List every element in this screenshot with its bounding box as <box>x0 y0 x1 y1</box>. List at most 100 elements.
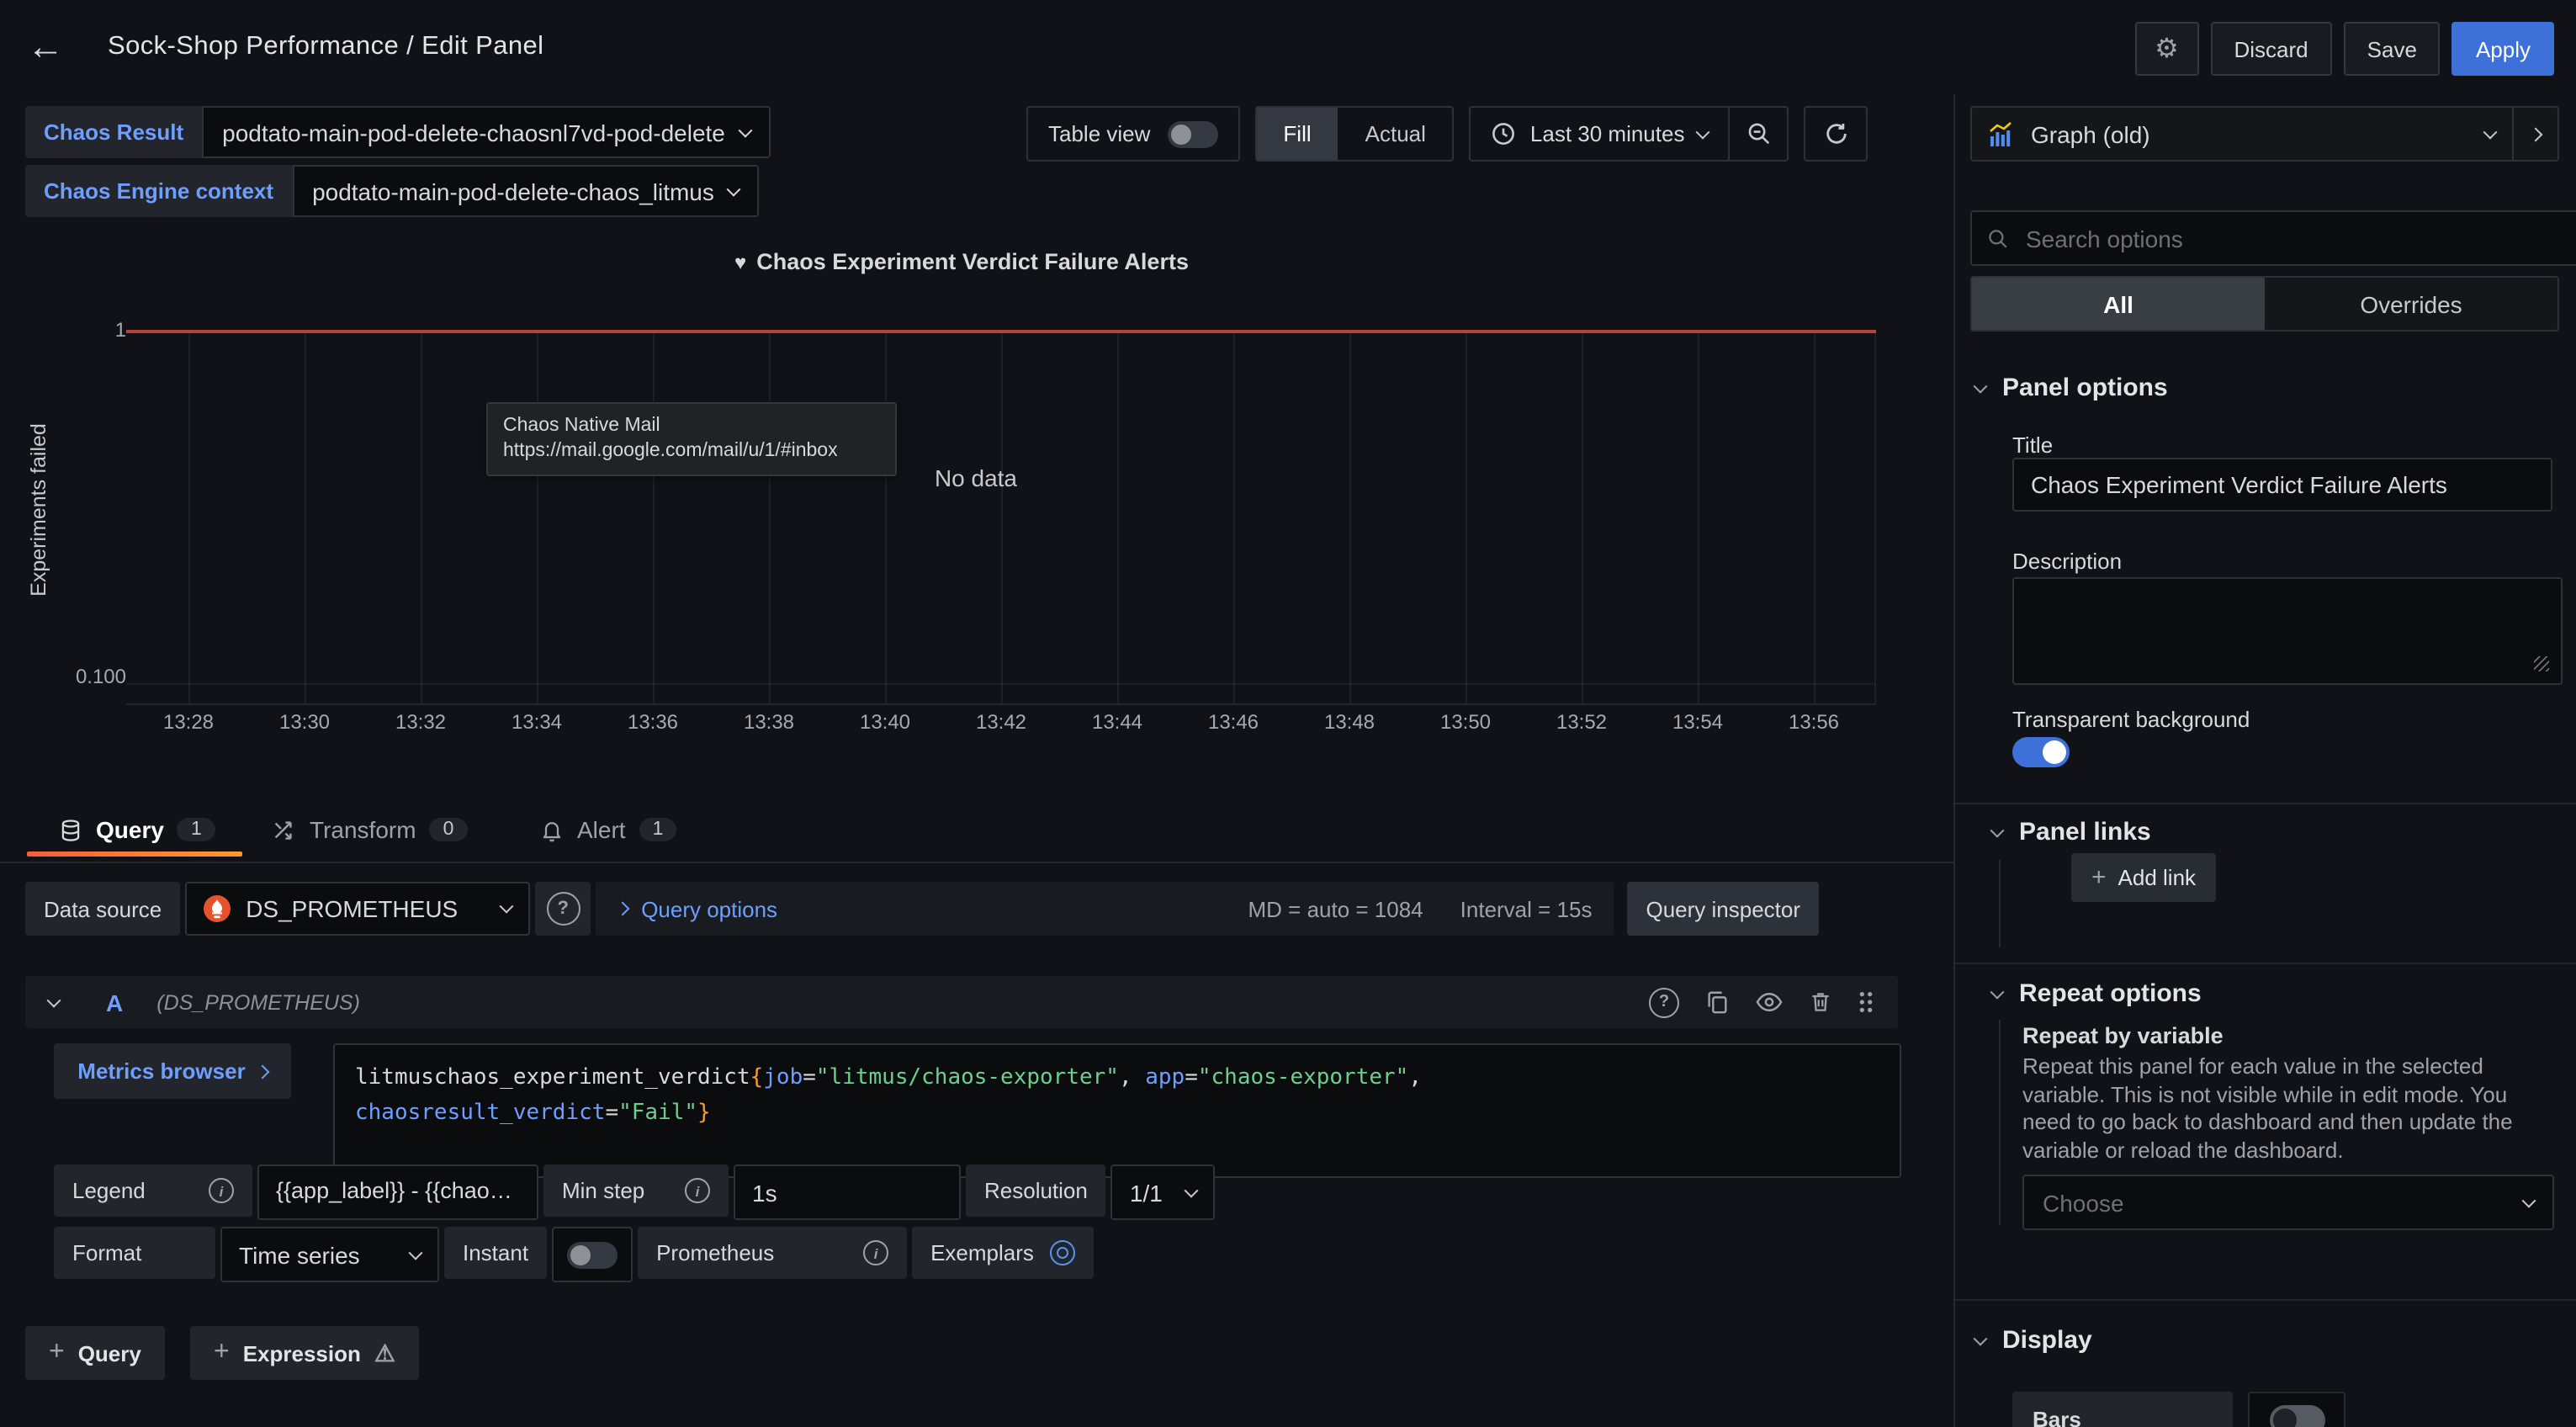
tab-query[interactable]: Query 1 <box>59 803 215 857</box>
section-panel-links[interactable]: Panel links <box>1992 818 2151 846</box>
tab-label: Alert <box>577 816 626 843</box>
panel-header[interactable]: ♥Chaos Experiment Verdict Failure Alerts <box>25 249 1898 274</box>
graph-viz-icon <box>1989 120 2016 147</box>
drag-handle-icon[interactable] <box>1858 989 1874 1015</box>
x-tick-label: 13:28 <box>151 710 225 734</box>
tab-alert[interactable]: Alert 1 <box>540 803 676 857</box>
query-inspector-button[interactable]: Query inspector <box>1627 882 1819 936</box>
code-line: litmuschaos_experiment_verdict{job="litm… <box>355 1060 1879 1095</box>
options-search-input[interactable] <box>2022 223 2573 253</box>
delete-icon[interactable] <box>1809 989 1832 1015</box>
panel-title-text: Chaos Experiment Verdict Failure Alerts <box>756 249 1189 274</box>
section-display[interactable]: Display <box>1975 1326 2092 1355</box>
x-tick-label: 13:30 <box>268 710 342 734</box>
y-tick-1: 1 <box>25 318 126 342</box>
gridline <box>885 332 887 703</box>
chevron-down-icon <box>1974 379 1988 393</box>
time-range-picker[interactable]: Last 30 minutes <box>1471 108 1729 160</box>
visualization-name: Graph (old) <box>2031 120 2470 147</box>
actual-option[interactable]: Actual <box>1338 108 1453 160</box>
exemplars-icon[interactable] <box>1051 1240 1076 1265</box>
promql-code[interactable]: litmuschaos_experiment_verdict{job="litm… <box>333 1043 1901 1178</box>
repeat-by-variable-label: Repeat by variable <box>2022 1023 2224 1048</box>
table-view-toggle[interactable] <box>1167 120 1217 147</box>
search-icon <box>1987 226 2009 250</box>
repeat-variable-select[interactable]: Choose <box>2022 1175 2554 1230</box>
plot-area[interactable] <box>126 320 1876 705</box>
resolution-value: 1/1 <box>1130 1179 1163 1206</box>
gridline <box>1349 332 1351 703</box>
toggle-viz-picker-button[interactable] <box>2512 108 2557 160</box>
discard-button[interactable]: Discard <box>2211 22 2332 76</box>
bars-toggle[interactable] <box>2269 1405 2324 1427</box>
variable-chaos-result: Chaos Result podtato-main-pod-delete-cha… <box>25 106 771 158</box>
datasource-picker[interactable]: DS_PROMETHEUS <box>185 882 530 936</box>
query-help-icon[interactable]: ? <box>1649 987 1679 1017</box>
variable-value-dropdown[interactable]: podtato-main-pod-delete-chaosnl7vd-pod-d… <box>202 106 771 158</box>
tab-label: Transform <box>310 816 416 843</box>
add-query-label: Query <box>78 1340 141 1366</box>
bars-label: Bars <box>2012 1392 2233 1427</box>
panel-title-input[interactable] <box>2012 458 2552 512</box>
transparent-bg-toggle[interactable] <box>2012 737 2070 767</box>
resize-handle[interactable] <box>2534 656 2549 671</box>
zoom-out-button[interactable] <box>1730 108 1787 160</box>
x-tick-label: 13:50 <box>1428 710 1503 734</box>
plus-icon: + <box>2091 863 2107 892</box>
add-expression-button[interactable]: + Expression ⚠ <box>190 1326 419 1380</box>
fill-option[interactable]: Fill <box>1256 108 1338 160</box>
toggle-visibility-icon[interactable] <box>1755 989 1784 1015</box>
query-options-bar: Query options MD = auto = 1084 Interval … <box>596 882 1614 936</box>
info-icon: i <box>863 1240 888 1265</box>
filter-overrides[interactable]: Overrides <box>2265 278 2557 330</box>
chevron-down-icon <box>1696 125 1710 139</box>
tab-transform[interactable]: Transform 0 <box>271 803 467 857</box>
tab-badge: 1 <box>639 818 677 841</box>
min-step-field: Min step i <box>543 1164 729 1217</box>
help-icon: ? <box>546 892 580 926</box>
gridline <box>1117 332 1119 703</box>
page-title: Sock-Shop Performance / Edit Panel <box>108 32 544 62</box>
gridline <box>1233 332 1235 703</box>
add-query-button[interactable]: + Query <box>25 1326 165 1380</box>
query-ref-id: A <box>106 989 123 1016</box>
min-step-input[interactable]: 1s <box>734 1164 961 1220</box>
editor-tabs: Query 1 Transform 0 Alert 1 <box>0 803 1953 863</box>
instant-toggle[interactable] <box>567 1241 617 1268</box>
visualization-picker[interactable]: Graph (old) <box>1972 120 2512 147</box>
variable-label: Chaos Engine context <box>25 165 292 217</box>
back-arrow-icon[interactable]: ← <box>27 29 64 66</box>
resolution-select[interactable]: 1/1 <box>1111 1164 1216 1220</box>
section-repeat-options[interactable]: Repeat options <box>1992 979 2202 1008</box>
visualization-row: Graph (old) <box>1970 106 2559 162</box>
variable-value-dropdown[interactable]: podtato-main-pod-delete-chaos_litmus <box>292 165 760 217</box>
description-textarea[interactable] <box>2012 577 2563 685</box>
add-expression-label: Expression <box>243 1340 361 1366</box>
table-view-label: Table view <box>1048 121 1150 146</box>
query-row-header[interactable]: A (DS_PROMETHEUS) ? <box>25 976 1898 1028</box>
section-panel-options[interactable]: Panel options <box>1975 374 2168 402</box>
tab-badge: 0 <box>430 818 468 841</box>
legend-input[interactable]: {{app_label}} - {{chaos… <box>257 1164 538 1220</box>
save-button[interactable]: Save <box>2344 22 2441 76</box>
refresh-button[interactable] <box>1804 106 1868 162</box>
tab-badge: 1 <box>178 818 215 841</box>
table-view-control: Table view <box>1026 106 1239 162</box>
query-options-toggle[interactable]: Query options <box>641 896 777 921</box>
x-tick-label: 13:48 <box>1312 710 1386 734</box>
section-heading: Panel options <box>2002 374 2168 402</box>
duplicate-icon[interactable] <box>1704 989 1730 1015</box>
time-range-label: Last 30 minutes <box>1530 121 1685 146</box>
datasource-label: Data source <box>25 882 180 936</box>
description-wrap <box>2012 577 2552 675</box>
prometheus-icon <box>204 895 231 922</box>
add-link-button[interactable]: + Add link <box>2071 853 2216 902</box>
metrics-browser-button[interactable]: Metrics browser <box>54 1043 291 1099</box>
filter-all[interactable]: All <box>1972 278 2265 330</box>
format-select[interactable]: Time series <box>220 1227 439 1282</box>
datasource-help-button[interactable]: ? <box>535 882 591 936</box>
collapse-chevron-icon[interactable] <box>47 993 61 1007</box>
indent-guide <box>1999 1020 2001 1225</box>
apply-button[interactable]: Apply <box>2452 22 2554 76</box>
panel-settings-button[interactable]: ⚙ <box>2135 22 2199 76</box>
